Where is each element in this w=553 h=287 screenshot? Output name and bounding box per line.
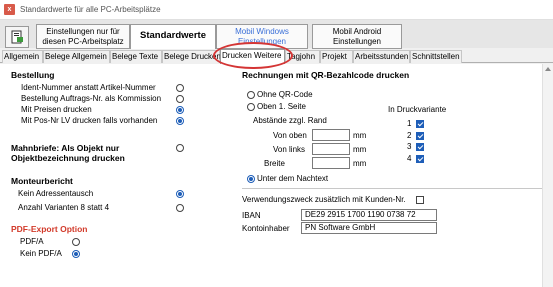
variant-4-label: 4 xyxy=(407,154,412,163)
kontoinhaber-input[interactable]: PN Software GmbH xyxy=(301,222,437,234)
option-mit-preisen-label: Mit Preisen drucken xyxy=(21,105,92,114)
pdf-export-header: PDF-Export Option xyxy=(11,224,88,234)
von-oben-unit: mm xyxy=(353,131,367,140)
option-ident-nummer-toggle[interactable] xyxy=(176,84,184,92)
pc-settings-button[interactable]: Einstellungen nur für diesen PC-Arbeitsp… xyxy=(36,24,130,49)
oben-seite-label: Oben 1. Seite xyxy=(257,102,306,111)
unter-nachtext-label: Unter dem Nachtext xyxy=(257,174,329,183)
variant-2-label: 2 xyxy=(407,131,412,140)
unter-nachtext-radio[interactable] xyxy=(247,175,255,183)
scroll-up-icon[interactable] xyxy=(545,67,551,71)
monteurbericht-header: Monteurbericht xyxy=(11,176,73,186)
option-auftrags-nr-toggle[interactable] xyxy=(176,95,184,103)
breite-label: Breite xyxy=(264,159,285,168)
von-links-label: Von links xyxy=(273,145,306,154)
mahnbriefe-toggle[interactable] xyxy=(176,144,184,152)
vertical-scrollbar[interactable] xyxy=(542,64,553,287)
settings-panel: Bestellung Ident-Nummer anstatt Artikel-… xyxy=(0,64,553,287)
bestellung-header: Bestellung xyxy=(11,70,55,80)
tab-schnittstellen[interactable]: Schnittstellen xyxy=(410,50,462,63)
tab-highlight-circle xyxy=(213,42,293,69)
separator xyxy=(242,188,542,189)
variant-3-label: 3 xyxy=(407,142,412,151)
option-pos-nr-lv-toggle[interactable] xyxy=(176,117,184,125)
option-anzahl-varianten-toggle[interactable] xyxy=(176,204,184,212)
app-icon: x xyxy=(4,4,15,15)
print-settings-icon[interactable] xyxy=(5,26,29,48)
qr-header: Rechnungen mit QR-Bezahlcode drucken xyxy=(242,70,410,80)
mahnbriefe-header-line2: Objektbezeichnung drucken xyxy=(11,153,125,163)
ohne-qr-label: Ohne QR-Code xyxy=(257,90,313,99)
pdfa-radio[interactable] xyxy=(72,238,80,246)
variant-2-checkbox[interactable] xyxy=(416,132,424,140)
mobile-android-settings-button[interactable]: Mobil Android Einstellungen xyxy=(312,24,402,49)
option-auftrags-nr-label: Bestellung Auftrags-Nr. als Kommission xyxy=(21,94,162,103)
option-ident-nummer-label: Ident-Nummer anstatt Artikel-Nummer xyxy=(21,83,156,92)
verwendungszweck-checkbox[interactable] xyxy=(416,196,424,204)
variant-1-label: 1 xyxy=(407,119,412,128)
von-links-unit: mm xyxy=(353,145,367,154)
breite-input[interactable] xyxy=(312,157,350,169)
option-mit-preisen-toggle[interactable] xyxy=(176,106,184,114)
tab-allgemein[interactable]: Allgemein xyxy=(2,50,43,63)
title-bar: x Standardwerte für alle PC-Arbeitsplätz… xyxy=(0,0,553,20)
kein-pdfa-radio[interactable] xyxy=(72,250,80,258)
von-oben-input[interactable] xyxy=(312,129,350,141)
variant-3-checkbox[interactable] xyxy=(416,143,424,151)
option-pos-nr-lv-label: Mit Pos-Nr LV drucken falls vorhanden xyxy=(21,116,158,125)
option-kein-adressentausch-toggle[interactable] xyxy=(176,190,184,198)
breite-unit: mm xyxy=(353,159,367,168)
von-links-input[interactable] xyxy=(312,143,350,155)
tab-arbeitsstunden[interactable]: Arbeitsstunden xyxy=(353,50,410,63)
verwendungszweck-label: Verwendungszweck zusätzlich mit Kunden-N… xyxy=(242,195,406,204)
variant-4-checkbox[interactable] xyxy=(416,155,424,163)
kontoinhaber-label: Kontoinhaber xyxy=(242,224,290,233)
iban-input[interactable]: DE29 2915 1700 1190 0738 72 xyxy=(301,209,437,221)
ohne-qr-radio[interactable] xyxy=(247,91,255,99)
variant-1-checkbox[interactable] xyxy=(416,120,424,128)
druckvariante-header: In Druckvariante xyxy=(388,105,447,114)
option-kein-adressentausch-label: Kein Adressentausch xyxy=(18,189,94,198)
tab-belege-texte[interactable]: Belege Texte xyxy=(110,50,162,63)
von-oben-label: Von oben xyxy=(273,131,307,140)
window-title: Standardwerte für alle PC-Arbeitsplätze xyxy=(20,5,161,14)
kein-pdfa-label: Kein PDF/A xyxy=(20,249,62,258)
pdfa-label: PDF/A xyxy=(20,237,44,246)
tab-belege-drucken[interactable]: Belege Drucken xyxy=(162,50,221,63)
standardwerte-button[interactable]: Standardwerte xyxy=(130,24,216,50)
oben-seite-radio[interactable] xyxy=(247,103,255,111)
tab-projekt[interactable]: Projekt xyxy=(320,50,353,63)
mahnbriefe-header-line1: Mahnbriefe: Als Objekt nur xyxy=(11,143,120,153)
iban-label: IBAN xyxy=(242,211,261,220)
tab-belege-allgemein[interactable]: Belege Allgemein xyxy=(43,50,110,63)
abstaende-label: Abstände zzgl. Rand xyxy=(253,116,327,125)
option-anzahl-varianten-label: Anzahl Varianten 8 statt 4 xyxy=(18,203,110,212)
